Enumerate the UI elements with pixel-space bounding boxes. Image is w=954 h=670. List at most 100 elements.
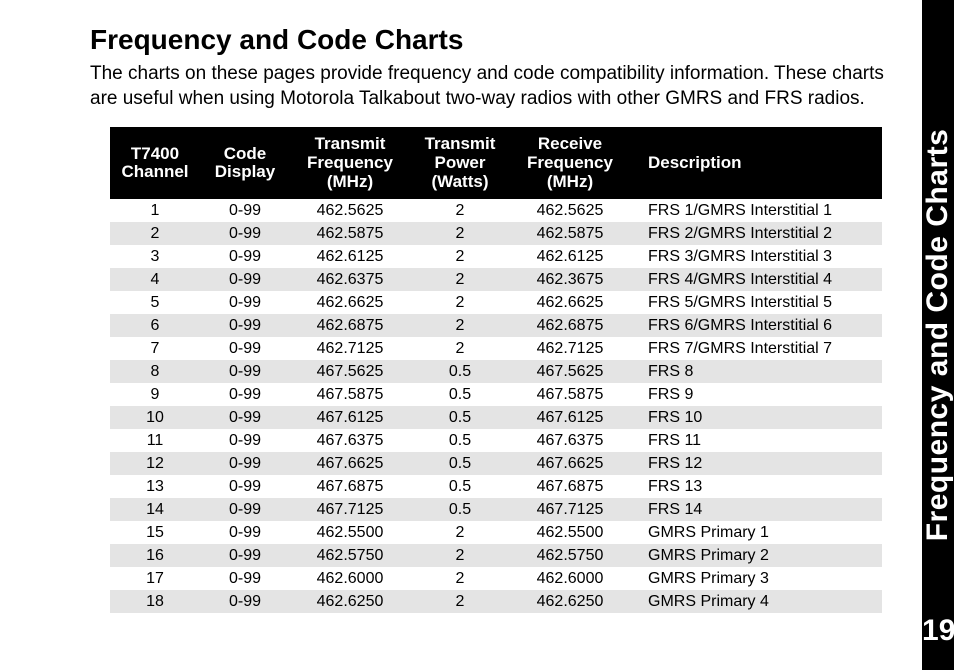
code-cell: 0-99 [200, 337, 290, 360]
rxfreq-cell: 462.5625 [510, 199, 630, 222]
desc-cell: FRS 7/GMRS Interstitial 7 [630, 337, 882, 360]
channel-cell: 5 [110, 291, 200, 314]
txfreq-cell: 467.5625 [290, 360, 410, 383]
intro-paragraph: The charts on these pages provide freque… [90, 62, 902, 111]
rxfreq-cell: 467.5625 [510, 360, 630, 383]
channel-cell: 13 [110, 475, 200, 498]
txpow-cell: 2 [410, 567, 510, 590]
code-cell: 0-99 [200, 521, 290, 544]
txpow-cell: 0.5 [410, 498, 510, 521]
txfreq-cell: 462.5875 [290, 222, 410, 245]
txpow-cell: 2 [410, 314, 510, 337]
desc-cell: FRS 6/GMRS Interstitial 6 [630, 314, 882, 337]
channel-cell: 4 [110, 268, 200, 291]
txfreq-cell: 467.7125 [290, 498, 410, 521]
desc-cell: FRS 8 [630, 360, 882, 383]
channel-cell: 1 [110, 199, 200, 222]
desc-cell: FRS 10 [630, 406, 882, 429]
txpow-cell: 0.5 [410, 429, 510, 452]
rxfreq-cell: 462.6250 [510, 590, 630, 613]
rxfreq-cell: 462.3675 [510, 268, 630, 291]
rxfreq-cell: 467.6875 [510, 475, 630, 498]
table-row: 90-99467.58750.5467.5875FRS 9 [110, 383, 882, 406]
desc-cell: GMRS Primary 4 [630, 590, 882, 613]
code-cell: 0-99 [200, 406, 290, 429]
rxfreq-cell: 467.7125 [510, 498, 630, 521]
rxfreq-cell: 462.6875 [510, 314, 630, 337]
txfreq-cell: 467.5875 [290, 383, 410, 406]
txfreq-cell: 462.6000 [290, 567, 410, 590]
col-header-txfreq: TransmitFrequency(MHz) [290, 127, 410, 199]
table-row: 70-99462.71252462.7125FRS 7/GMRS Interst… [110, 337, 882, 360]
txpow-cell: 2 [410, 222, 510, 245]
txpow-cell: 2 [410, 199, 510, 222]
code-cell: 0-99 [200, 544, 290, 567]
code-cell: 0-99 [200, 475, 290, 498]
txfreq-cell: 462.5750 [290, 544, 410, 567]
txpow-cell: 2 [410, 245, 510, 268]
desc-cell: FRS 9 [630, 383, 882, 406]
rxfreq-cell: 462.5750 [510, 544, 630, 567]
channel-cell: 9 [110, 383, 200, 406]
txpow-cell: 2 [410, 521, 510, 544]
rxfreq-cell: 467.6625 [510, 452, 630, 475]
channel-cell: 18 [110, 590, 200, 613]
code-cell: 0-99 [200, 360, 290, 383]
desc-cell: FRS 1/GMRS Interstitial 1 [630, 199, 882, 222]
col-header-desc: Description [630, 127, 882, 199]
txfreq-cell: 467.6875 [290, 475, 410, 498]
txfreq-cell: 462.6250 [290, 590, 410, 613]
page-number: 19 [922, 614, 954, 648]
txfreq-cell: 467.6625 [290, 452, 410, 475]
txpow-cell: 0.5 [410, 452, 510, 475]
table-row: 30-99462.61252462.6125FRS 3/GMRS Interst… [110, 245, 882, 268]
desc-cell: FRS 14 [630, 498, 882, 521]
desc-cell: FRS 4/GMRS Interstitial 4 [630, 268, 882, 291]
txfreq-cell: 462.7125 [290, 337, 410, 360]
table-row: 130-99467.68750.5467.6875FRS 13 [110, 475, 882, 498]
table-row: 80-99467.56250.5467.5625FRS 8 [110, 360, 882, 383]
txpow-cell: 2 [410, 337, 510, 360]
code-cell: 0-99 [200, 498, 290, 521]
rxfreq-cell: 462.7125 [510, 337, 630, 360]
desc-cell: FRS 5/GMRS Interstitial 5 [630, 291, 882, 314]
desc-cell: FRS 3/GMRS Interstitial 3 [630, 245, 882, 268]
page: Frequency and Code Charts The charts on … [0, 0, 954, 670]
table-body: 10-99462.56252462.5625FRS 1/GMRS Interst… [110, 199, 882, 613]
channel-cell: 14 [110, 498, 200, 521]
txfreq-cell: 462.6375 [290, 268, 410, 291]
txfreq-cell: 462.5500 [290, 521, 410, 544]
txpow-cell: 2 [410, 268, 510, 291]
txfreq-cell: 462.6625 [290, 291, 410, 314]
table-row: 120-99467.66250.5467.6625FRS 12 [110, 452, 882, 475]
side-tab-label: Frequency and Code Charts [921, 129, 954, 542]
channel-cell: 10 [110, 406, 200, 429]
col-header-channel: T7400Channel [110, 127, 200, 199]
code-cell: 0-99 [200, 268, 290, 291]
rxfreq-cell: 462.6125 [510, 245, 630, 268]
code-cell: 0-99 [200, 199, 290, 222]
table-row: 10-99462.56252462.5625FRS 1/GMRS Interst… [110, 199, 882, 222]
table-row: 60-99462.68752462.6875FRS 6/GMRS Interst… [110, 314, 882, 337]
desc-cell: GMRS Primary 3 [630, 567, 882, 590]
table-row: 150-99462.55002462.5500GMRS Primary 1 [110, 521, 882, 544]
table-row: 100-99467.61250.5467.6125FRS 10 [110, 406, 882, 429]
table-row: 110-99467.63750.5467.6375FRS 11 [110, 429, 882, 452]
desc-cell: GMRS Primary 2 [630, 544, 882, 567]
code-cell: 0-99 [200, 245, 290, 268]
content-area: Frequency and Code Charts The charts on … [0, 0, 922, 670]
rxfreq-cell: 467.5875 [510, 383, 630, 406]
col-header-rxfreq: ReceiveFrequency(MHz) [510, 127, 630, 199]
channel-cell: 3 [110, 245, 200, 268]
code-cell: 0-99 [200, 429, 290, 452]
channel-cell: 15 [110, 521, 200, 544]
txpow-cell: 2 [410, 291, 510, 314]
table-header: T7400Channel CodeDisplay TransmitFrequen… [110, 127, 882, 199]
channel-cell: 11 [110, 429, 200, 452]
code-cell: 0-99 [200, 452, 290, 475]
desc-cell: FRS 2/GMRS Interstitial 2 [630, 222, 882, 245]
table-row: 170-99462.60002462.6000GMRS Primary 3 [110, 567, 882, 590]
txfreq-cell: 467.6375 [290, 429, 410, 452]
code-cell: 0-99 [200, 383, 290, 406]
table-row: 140-99467.71250.5467.7125FRS 14 [110, 498, 882, 521]
